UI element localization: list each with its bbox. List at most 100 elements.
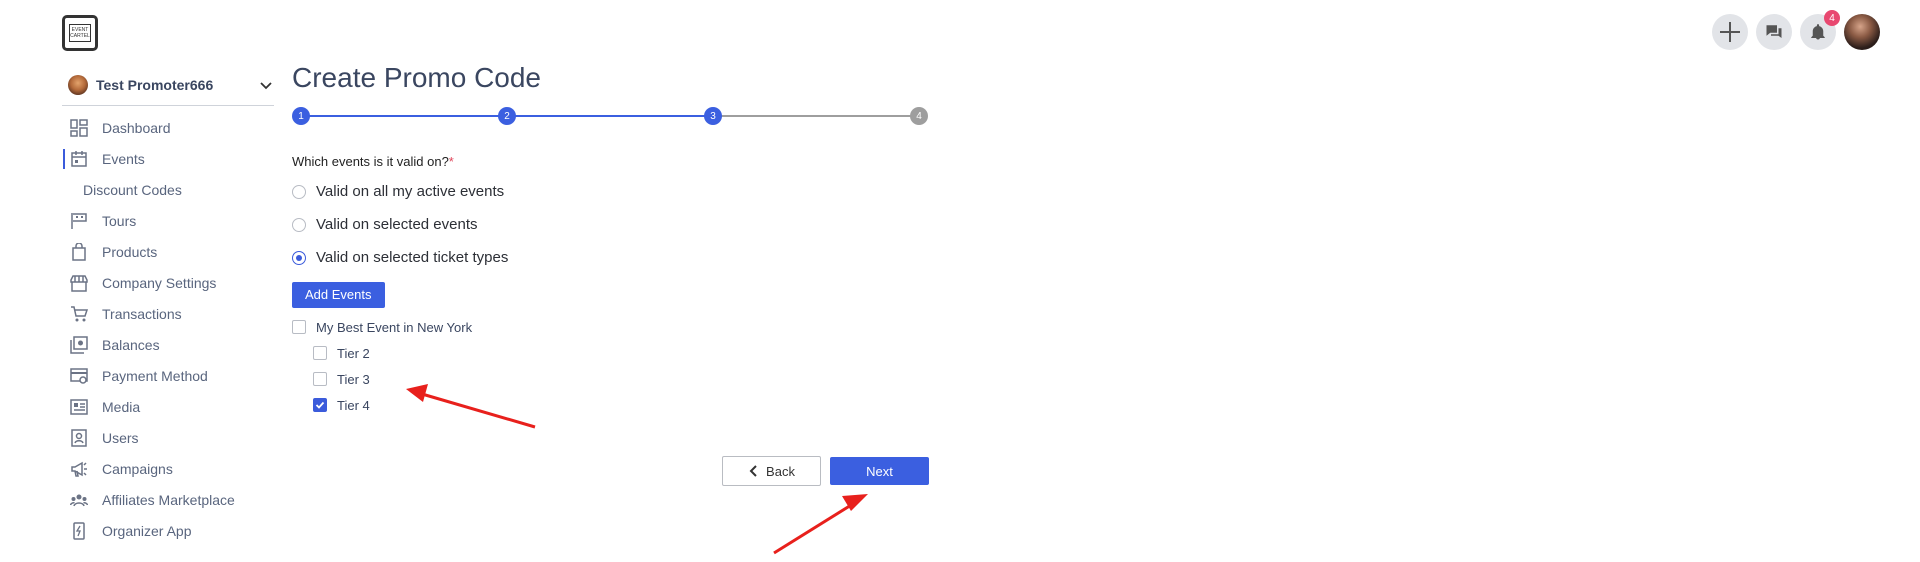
sidebar-item-users[interactable]: Users bbox=[62, 422, 274, 453]
tier-checkbox-row[interactable]: Tier 3 bbox=[292, 366, 932, 392]
tier-label: Tier 4 bbox=[337, 397, 370, 413]
create-button[interactable] bbox=[1712, 14, 1748, 50]
sidebar-item-label: Company Settings bbox=[102, 274, 217, 291]
annotation-arrows bbox=[406, 384, 868, 555]
sidebar-item-label: Tours bbox=[102, 212, 137, 229]
radio-button[interactable] bbox=[292, 217, 306, 232]
radio-option-all-events[interactable]: Valid on all my active events bbox=[292, 175, 932, 208]
calendar-icon bbox=[70, 150, 88, 168]
radio-label: Valid on selected ticket types bbox=[316, 249, 509, 266]
chevron-left-icon bbox=[749, 465, 757, 477]
step-3[interactable]: 3 bbox=[704, 107, 722, 125]
step-2[interactable]: 2 bbox=[498, 107, 516, 125]
sidebar-item-label: Dashboard bbox=[102, 119, 171, 136]
sidebar-item-label: Campaigns bbox=[102, 460, 173, 477]
sidebar-item-balances[interactable]: Balances bbox=[62, 329, 274, 360]
chat-icon bbox=[1766, 25, 1782, 38]
sidebar-item-label: Events bbox=[102, 150, 145, 167]
sidebar-item-payment-method[interactable]: Payment Method bbox=[62, 360, 274, 391]
media-icon bbox=[70, 398, 88, 416]
sidebar-item-label: Balances bbox=[102, 336, 160, 353]
radio-button[interactable] bbox=[292, 184, 306, 199]
radio-option-selected-events[interactable]: Valid on selected events bbox=[292, 208, 932, 241]
step-1[interactable]: 1 bbox=[292, 107, 310, 125]
tier-checkbox[interactable] bbox=[313, 346, 327, 360]
checkmark-icon bbox=[315, 401, 325, 409]
user-avatar[interactable] bbox=[1844, 14, 1880, 50]
sidebar-item-tours[interactable]: Tours bbox=[62, 205, 274, 236]
sidebar-item-media[interactable]: Media bbox=[62, 391, 274, 422]
tier-checkbox-checked[interactable] bbox=[313, 398, 327, 412]
event-cartel-logo[interactable]: EVENT CARTEL bbox=[62, 15, 98, 51]
event-checkbox[interactable] bbox=[292, 320, 306, 334]
next-button[interactable]: Next bbox=[830, 457, 929, 485]
sidebar-item-discount-codes[interactable]: Discount Codes bbox=[62, 174, 274, 205]
step-connector-2 bbox=[507, 115, 713, 117]
sidebar-item-events[interactable]: Events bbox=[62, 143, 274, 174]
logo-text: EVENT CARTEL bbox=[69, 24, 91, 42]
tier-checkbox-row[interactable]: Tier 2 bbox=[292, 340, 932, 366]
sidebar-item-label: Payment Method bbox=[102, 367, 208, 384]
back-button[interactable]: Back bbox=[722, 456, 821, 486]
phone-icon bbox=[70, 521, 88, 540]
top-actions: 4 bbox=[1712, 10, 1880, 50]
sidebar-item-label: Media bbox=[102, 398, 141, 415]
add-events-button[interactable]: Add Events bbox=[292, 282, 385, 308]
sidebar-item-label: Transactions bbox=[102, 305, 182, 322]
cart-icon bbox=[70, 305, 88, 323]
store-icon bbox=[70, 274, 88, 292]
sidebar-item-campaigns[interactable]: Campaigns bbox=[62, 453, 274, 484]
page-title: Create Promo Code bbox=[292, 62, 542, 93]
sidebar-item-label: Users bbox=[102, 429, 139, 446]
tier-label: Tier 3 bbox=[337, 371, 370, 387]
account-name: Test Promoter666 bbox=[96, 76, 214, 93]
question-text: Which events is it valid on? bbox=[292, 154, 449, 169]
sidebar-item-organizer-app[interactable]: Organizer App bbox=[62, 515, 274, 546]
sidebar: Test Promoter666 Dashboard Events Discou… bbox=[62, 70, 274, 546]
payment-icon bbox=[70, 367, 88, 385]
chevron-down-icon bbox=[260, 81, 272, 89]
account-switcher[interactable]: Test Promoter666 bbox=[62, 70, 274, 106]
event-name: My Best Event in New York bbox=[316, 319, 473, 335]
dashboard-icon bbox=[70, 118, 88, 137]
bell-icon bbox=[1811, 24, 1825, 40]
stepper: 1 2 3 4 bbox=[292, 106, 932, 126]
step-connector-1 bbox=[301, 115, 507, 117]
radio-button-selected[interactable] bbox=[292, 250, 306, 265]
form-actions: Back Next bbox=[722, 456, 929, 486]
sidebar-item-company-settings[interactable]: Company Settings bbox=[62, 267, 274, 298]
sidebar-item-affiliates-marketplace[interactable]: Affiliates Marketplace bbox=[62, 484, 274, 515]
bag-icon bbox=[70, 242, 88, 261]
main-content: Create Promo Code 1 2 3 4 Which events i… bbox=[292, 62, 932, 486]
radio-option-selected-ticket-types[interactable]: Valid on selected ticket types bbox=[292, 241, 932, 274]
event-checkbox-row[interactable]: My Best Event in New York bbox=[292, 314, 932, 340]
users-icon bbox=[70, 428, 88, 447]
messages-button[interactable] bbox=[1756, 14, 1792, 50]
balance-icon bbox=[70, 335, 88, 354]
megaphone-icon bbox=[70, 460, 88, 478]
question-label: Which events is it valid on?* bbox=[292, 154, 932, 169]
flag-icon bbox=[70, 212, 88, 230]
notification-count-badge: 4 bbox=[1824, 10, 1840, 26]
back-button-label: Back bbox=[766, 463, 795, 479]
sidebar-nav: Dashboard Events Discount Codes Tours Pr… bbox=[62, 112, 274, 546]
sidebar-item-label: Affiliates Marketplace bbox=[102, 491, 235, 508]
affiliates-icon bbox=[70, 491, 88, 509]
sidebar-item-label: Products bbox=[102, 243, 158, 260]
sidebar-item-dashboard[interactable]: Dashboard bbox=[62, 112, 274, 143]
sidebar-item-label: Organizer App bbox=[102, 522, 192, 539]
tier-checkbox-row[interactable]: Tier 4 bbox=[292, 392, 932, 418]
sidebar-item-label: Discount Codes bbox=[83, 181, 182, 198]
validity-radio-group: Valid on all my active events Valid on s… bbox=[292, 175, 932, 274]
account-avatar bbox=[68, 74, 88, 95]
sidebar-item-transactions[interactable]: Transactions bbox=[62, 298, 274, 329]
radio-label: Valid on selected events bbox=[316, 216, 478, 233]
sidebar-item-products[interactable]: Products bbox=[62, 236, 274, 267]
tier-checkbox[interactable] bbox=[313, 372, 327, 386]
annotation-arrow-next bbox=[773, 494, 868, 555]
plus-icon bbox=[1720, 22, 1740, 42]
step-4[interactable]: 4 bbox=[910, 107, 928, 125]
required-marker: * bbox=[448, 154, 454, 169]
notifications-button[interactable]: 4 bbox=[1800, 10, 1840, 50]
step-connector-3 bbox=[713, 115, 919, 117]
